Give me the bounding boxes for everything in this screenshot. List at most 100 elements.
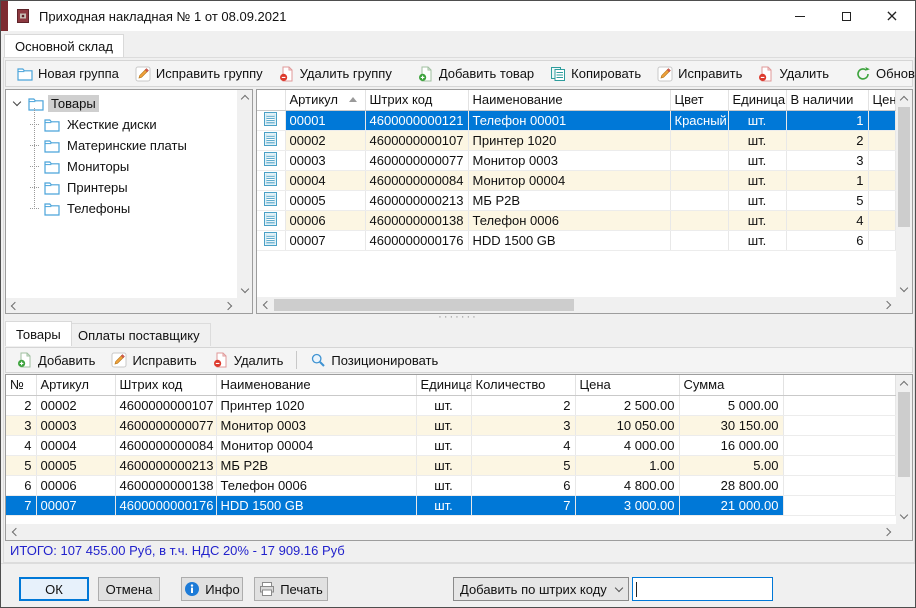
tree-vertical-scrollbar[interactable] — [237, 90, 252, 298]
column-header-price[interactable]: Цена — [575, 375, 680, 396]
column-header-barcode[interactable]: Штрих код — [365, 90, 469, 111]
cell-barcode: 4600000000213 — [115, 455, 217, 476]
scroll-left-arrow-icon[interactable] — [257, 297, 273, 313]
tree-item-root[interactable]: Товары — [10, 93, 237, 114]
products-vertical-scrollbar[interactable] — [896, 90, 912, 297]
delete-group-button[interactable]: Удалить группу — [272, 64, 399, 84]
cancel-button[interactable]: Отмена — [98, 577, 160, 601]
scroll-right-arrow-icon[interactable] — [880, 297, 896, 313]
info-button[interactable]: Инфо — [181, 577, 243, 601]
add-product-button[interactable]: Добавить товар — [411, 64, 541, 84]
invoice-row[interactable]: 3 00003 4600000000077 Монитор 0003 шт. 3 10 05… — [6, 415, 896, 436]
product-row[interactable]: 00004 4600000000084 Монитор 00004 шт. 1 — [257, 170, 896, 191]
tab-products[interactable]: Товары — [5, 321, 72, 346]
cell-color — [670, 210, 729, 231]
cell-articul: 00004 — [285, 170, 366, 191]
scroll-up-arrow-icon[interactable] — [896, 90, 912, 106]
product-row[interactable]: 00005 4600000000213 МБ Р2В шт. 5 — [257, 190, 896, 211]
tree-horizontal-scrollbar[interactable] — [6, 298, 237, 313]
product-row[interactable]: 00001 4600000000121 Телефон 00001 Красный шт… — [257, 110, 896, 131]
print-button[interactable]: Печать — [254, 577, 328, 601]
column-header-unit[interactable]: Единица — [416, 375, 472, 396]
edit-group-label: Исправить группу — [155, 66, 263, 81]
column-header-barcode[interactable]: Штрих код — [115, 375, 217, 396]
scroll-right-arrow-icon[interactable] — [222, 298, 237, 313]
edit-group-button[interactable]: Исправить группу — [128, 64, 270, 84]
column-header-color[interactable]: Цвет — [670, 90, 729, 111]
ok-button[interactable]: ОК — [19, 577, 89, 601]
product-row[interactable]: 00007 4600000000176 HDD 1500 GB шт. 6 — [257, 230, 896, 251]
add-mode-combobox[interactable]: Добавить по штрих коду — [453, 577, 629, 601]
column-header-sum[interactable]: Сумма — [679, 375, 784, 396]
copy-button[interactable]: Копировать — [543, 64, 648, 84]
scroll-right-arrow-icon[interactable] — [880, 524, 896, 540]
add-row-button[interactable]: Добавить — [10, 350, 102, 370]
scroll-down-arrow-icon[interactable] — [896, 281, 912, 297]
new-group-button[interactable]: Новая группа — [10, 64, 126, 84]
scroll-left-arrow-icon[interactable] — [6, 524, 22, 540]
cell-sum: 5 000.00 — [679, 395, 784, 416]
invoice-row[interactable]: 2 00002 4600000000107 Принтер 1020 шт. 2 2 500… — [6, 395, 896, 416]
toolbar-top: Новая группа Исправить группу Удалить гр… — [5, 60, 915, 87]
minimize-button[interactable] — [777, 1, 823, 31]
column-header-unit[interactable]: Единица — [728, 90, 787, 111]
scroll-up-arrow-icon[interactable] — [237, 90, 252, 105]
cell-sum: 28 800.00 — [679, 475, 784, 496]
groups-tree-panel: Товары Жесткие диски Материнские платы Мон… — [5, 89, 253, 314]
delete-button[interactable]: Удалить — [751, 64, 836, 84]
scroll-down-arrow-icon[interactable] — [237, 283, 252, 298]
invoice-vertical-scrollbar[interactable] — [896, 375, 912, 524]
cell-qty: 2 — [471, 395, 576, 416]
invoice-horizontal-scrollbar[interactable] — [6, 524, 896, 540]
cell-unit: шт. — [416, 475, 472, 496]
products-grid: Артикул Штрих код Наименование Цвет Един… — [257, 90, 896, 297]
tree-item[interactable]: Мониторы — [10, 156, 237, 177]
tree-item[interactable]: Жесткие диски — [10, 114, 237, 135]
product-row[interactable]: 00006 4600000000138 Телефон 0006 шт. 4 — [257, 210, 896, 231]
refresh-button[interactable]: Обновить — [848, 64, 915, 84]
tree-item[interactable]: Принтеры — [10, 177, 237, 198]
scrollbar-thumb[interactable] — [898, 107, 910, 227]
invoice-row[interactable]: 5 00005 4600000000213 МБ Р2В шт. 5 1.00 5.00 — [6, 455, 896, 476]
position-label: Позиционировать — [331, 352, 439, 368]
barcode-input[interactable] — [632, 577, 773, 601]
column-header-articul[interactable]: Артикул — [285, 90, 366, 111]
column-header-price[interactable]: Цена — [868, 90, 896, 111]
edit-button[interactable]: Исправить — [650, 64, 749, 84]
horizontal-splitter[interactable]: ······· — [1, 312, 915, 323]
scroll-down-arrow-icon[interactable] — [896, 508, 912, 524]
titlebar[interactable]: Приходная накладная № 1 от 08.09.2021 × — [1, 1, 915, 31]
tree-item-label: Жесткие диски — [67, 117, 157, 132]
scroll-left-arrow-icon[interactable] — [6, 298, 21, 313]
cell-unit: шт. — [728, 150, 787, 171]
scrollbar-thumb[interactable] — [898, 392, 910, 477]
scrollbar-thumb[interactable] — [274, 299, 574, 311]
tree-item[interactable]: Телефоны — [10, 198, 237, 219]
column-header-articul[interactable]: Артикул — [36, 375, 116, 396]
column-header-qty[interactable]: Количество — [471, 375, 576, 396]
tab-supplier-payments[interactable]: Оплаты поставщику — [67, 323, 211, 346]
invoice-row[interactable]: 7 00007 4600000000176 HDD 1500 GB шт. 7 3 000.… — [6, 495, 896, 516]
tab-main-warehouse[interactable]: Основной склад — [4, 34, 124, 57]
scroll-up-arrow-icon[interactable] — [896, 375, 912, 391]
add-page-icon — [17, 352, 33, 368]
products-horizontal-scrollbar[interactable] — [257, 297, 896, 313]
edit-row-button[interactable]: Исправить — [104, 350, 203, 370]
close-button[interactable]: × — [869, 1, 915, 31]
column-header-icon[interactable] — [257, 90, 286, 111]
column-header-stock[interactable]: В наличии — [786, 90, 869, 111]
tree-item-label: Принтеры — [67, 180, 128, 195]
cell-articul: 00007 — [36, 495, 116, 516]
column-header-name[interactable]: Наименование — [216, 375, 417, 396]
maximize-button[interactable] — [823, 1, 869, 31]
column-header-name[interactable]: Наименование — [468, 90, 671, 111]
tree-item[interactable]: Материнские платы — [10, 135, 237, 156]
cell-unit: шт. — [416, 455, 472, 476]
product-row[interactable]: 00002 4600000000107 Принтер 1020 шт. 2 — [257, 130, 896, 151]
invoice-row[interactable]: 6 00006 4600000000138 Телефон 0006 шт. 6 4 800… — [6, 475, 896, 496]
delete-row-button[interactable]: Удалить — [206, 350, 291, 370]
invoice-row[interactable]: 4 00004 4600000000084 Монитор 00004 шт. 4 4 00… — [6, 435, 896, 456]
column-header-num[interactable]: № — [6, 375, 37, 396]
position-button[interactable]: Позиционировать — [303, 350, 445, 370]
product-row[interactable]: 00003 4600000000077 Монитор 0003 шт. 3 — [257, 150, 896, 171]
